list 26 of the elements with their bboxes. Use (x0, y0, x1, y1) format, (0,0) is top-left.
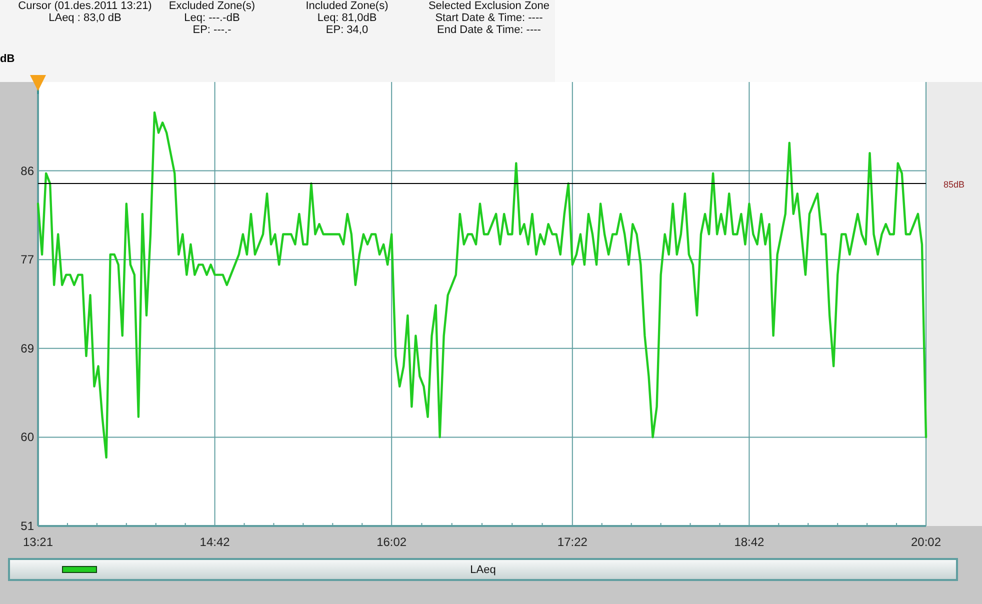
y-tick-label: 60 (20, 430, 34, 444)
info-value: End Date & Time: ---- (437, 24, 541, 36)
info-value: Start Date & Time: ---- (435, 12, 543, 24)
info-value: LAeq : 83,0 dB (48, 12, 122, 24)
info-title: Excluded Zone(s) (168, 0, 256, 12)
info-title: Selected Exclusion Zone (428, 0, 550, 12)
y-tick-label: 69 (20, 341, 34, 356)
y-tick-label: 77 (20, 252, 34, 267)
info-value: Leq: ---.-dB (184, 12, 240, 24)
y-tick-label: 51 (20, 519, 34, 533)
x-tick-label: 14:42 (200, 535, 230, 549)
x-tick-label: 16:02 (376, 535, 407, 549)
x-tick-label: 20:02 (910, 535, 942, 549)
threshold-label: 85dB (943, 179, 965, 190)
x-tick-label: 13:21 (22, 535, 54, 549)
x-tick-label: 17:22 (557, 535, 588, 549)
info-value: EP: 34,0 (326, 24, 368, 36)
y-tick-label: 86 (20, 164, 34, 178)
axis-label: dB (0, 53, 15, 65)
info-title: Included Zone(s) (306, 0, 388, 12)
cursor-marker-icon (30, 75, 46, 94)
info-title: Cursor (01.des.2011 13:21) (18, 0, 152, 12)
legend-label: LAeq (470, 564, 496, 576)
info-value: EP: ---.- (192, 24, 232, 36)
x-tick-label: 18:42 (734, 535, 764, 549)
info-value: Leq: 81,0dB (317, 12, 377, 24)
